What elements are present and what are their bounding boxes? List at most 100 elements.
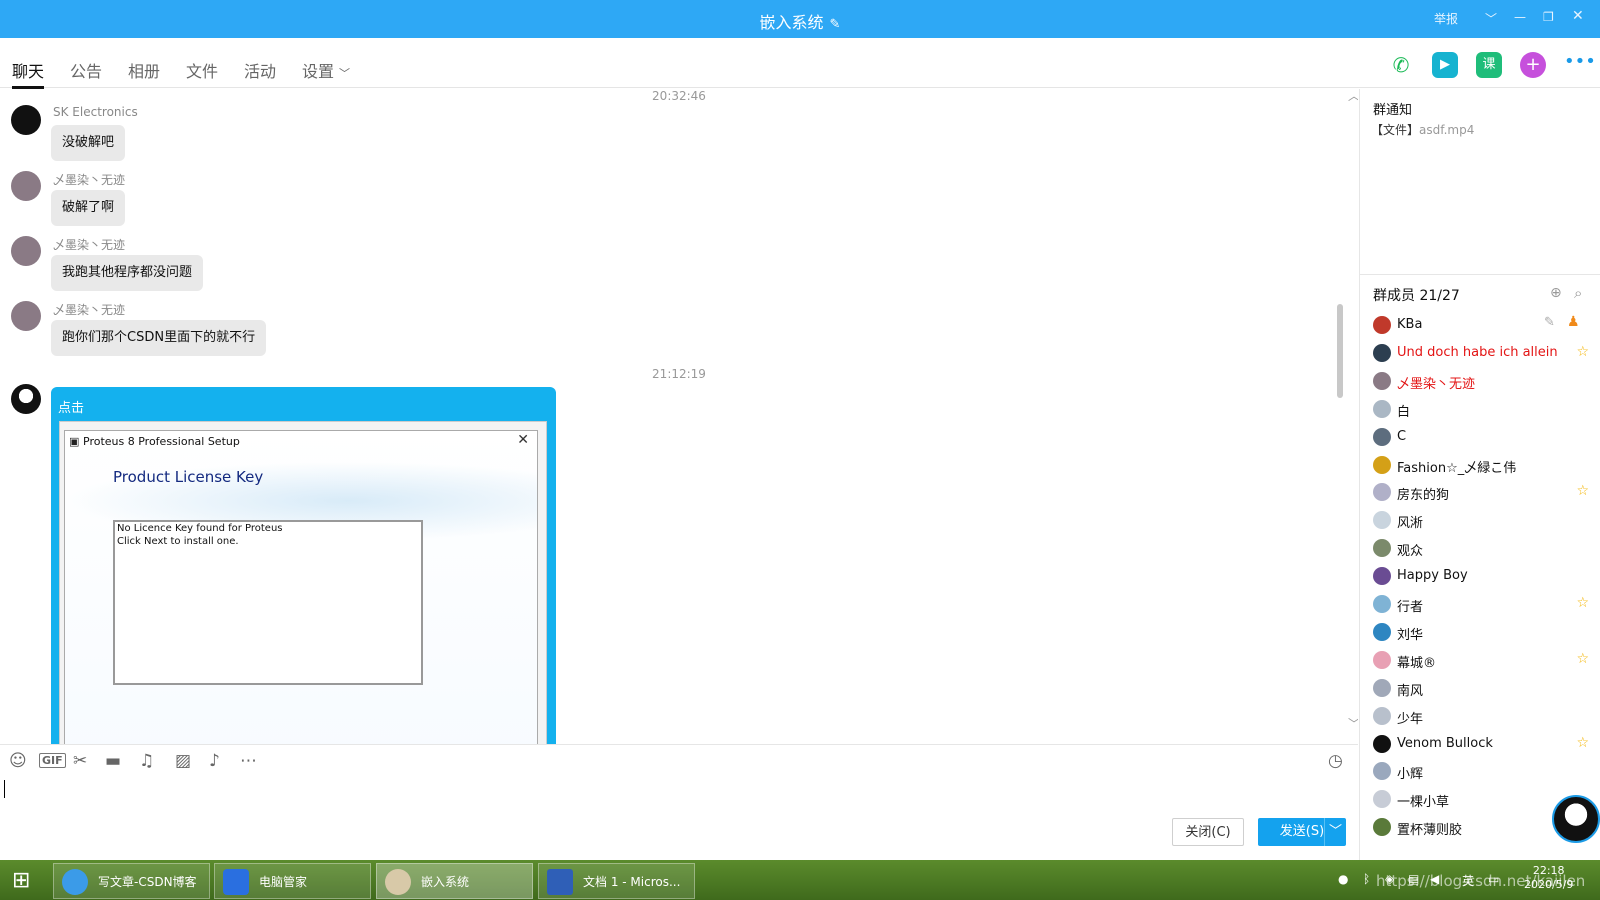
chevron-down-icon[interactable]: ﹀: [1485, 10, 1497, 27]
qq-penguin-avatar[interactable]: [11, 384, 41, 414]
search-icon[interactable]: ⌕: [1574, 284, 1582, 302]
phone-icon[interactable]: ✆: [1388, 52, 1414, 78]
member-avatar: [1373, 427, 1391, 446]
member-item[interactable]: 房东的狗 ☆: [1373, 482, 1593, 504]
taskbar-item-browser[interactable]: 写文章-CSDN博客: [53, 863, 210, 899]
tab-settings[interactable]: 设置 ﹀: [302, 58, 350, 82]
message-bubble[interactable]: 没破解吧: [51, 125, 126, 161]
input-toolbar: ☺ GIF ✂ ▬ ♫ ▨ ♪ ⋯ ◷: [0, 744, 1358, 776]
edit-title-icon[interactable]: ✎: [830, 17, 841, 32]
tab-files[interactable]: 文件: [186, 58, 218, 82]
avatar[interactable]: [11, 301, 41, 331]
message-bubble[interactable]: 我跑其他程序都没问题: [51, 255, 204, 291]
lesson-icon[interactable]: 课: [1476, 52, 1502, 78]
license-textbox: No Licence Key found for Proteus Click N…: [113, 520, 423, 685]
member-avatar: [1373, 511, 1391, 530]
member-avatar: [1373, 595, 1391, 613]
more-icon[interactable]: •••: [1564, 52, 1596, 78]
image-caption: 点击: [58, 401, 85, 416]
avatar[interactable]: [11, 171, 41, 201]
message-bubble[interactable]: 跑你们那个CSDN里面下的就不行: [51, 320, 267, 356]
minimize-icon[interactable]: —: [1514, 10, 1526, 24]
group-avatar-icon: [385, 869, 411, 895]
invite-icon[interactable]: ⊕: [1550, 285, 1562, 301]
browser-icon: [62, 869, 88, 895]
scissors-icon[interactable]: ✂: [73, 751, 87, 771]
avatar[interactable]: [11, 236, 41, 266]
tab-album[interactable]: 相册: [128, 58, 160, 82]
taskbar-item-pc-manager[interactable]: 电脑管家: [214, 863, 371, 899]
member-item[interactable]: KBa: [1373, 315, 1593, 335]
close-button[interactable]: 关闭(C): [1172, 818, 1244, 846]
add-app-icon[interactable]: +: [1520, 52, 1546, 78]
scroll-up-icon[interactable]: ︿: [1348, 89, 1358, 104]
member-item[interactable]: Happy Boy: [1373, 566, 1593, 586]
qq-tray-icon[interactable]: ●: [1338, 872, 1348, 886]
member-avatar: [1373, 455, 1391, 474]
emoji-icon[interactable]: ☺: [9, 751, 27, 771]
member-item[interactable]: Venom Bullock ☆: [1373, 734, 1593, 754]
tab-announcement[interactable]: 公告: [70, 58, 102, 82]
video-call-icon[interactable]: ▶: [1432, 52, 1458, 78]
member-item[interactable]: 白: [1373, 399, 1593, 420]
member-name: Fashion☆_乄緑こ伟: [1397, 460, 1517, 476]
qq-penguin-icon[interactable]: [1552, 795, 1600, 843]
image-message[interactable]: 点击 ▣ Proteus 8 Professional Setup ✕ Prod…: [51, 387, 556, 744]
taskbar-item-word[interactable]: 文档 1 - Micros...: [538, 863, 695, 899]
member-item[interactable]: 幕城® ☆: [1373, 650, 1593, 671]
member-item[interactable]: 行者 ☆: [1373, 594, 1593, 615]
star-icon: ☆: [1576, 734, 1589, 751]
folder-icon[interactable]: ▬: [105, 751, 121, 771]
bluetooth-icon[interactable]: ᛒ: [1363, 872, 1370, 886]
scroll-down-icon[interactable]: ﹀: [1348, 715, 1358, 732]
member-name: 房东的狗: [1397, 488, 1450, 504]
member-item[interactable]: 南风: [1373, 678, 1593, 699]
member-item[interactable]: Und doch habe ich allein ☆: [1373, 343, 1593, 363]
member-avatar: [1373, 399, 1391, 418]
member-item[interactable]: Fashion☆_乄緑こ伟: [1373, 455, 1593, 476]
send-button[interactable]: 发送(S) ﹀: [1258, 818, 1346, 846]
sender-name: SK Electronics: [53, 105, 138, 119]
report-link[interactable]: 举报: [1434, 10, 1458, 27]
member-item[interactable]: 乄墨染丶无迹: [1373, 371, 1593, 392]
owner-icon: ♟: [1567, 314, 1580, 330]
group-notice-item[interactable]: 【文件】asdf.mp4: [1371, 121, 1474, 138]
history-icon[interactable]: ◷: [1328, 751, 1343, 771]
member-avatar: [1373, 734, 1391, 753]
bell-icon[interactable]: ♪: [209, 751, 220, 771]
member-item[interactable]: 小辉: [1373, 761, 1593, 783]
member-name: 小辉: [1397, 767, 1424, 783]
tab-activity[interactable]: 活动: [244, 58, 276, 82]
message-input[interactable]: 关闭(C) 发送(S) ﹀: [0, 776, 1358, 860]
gif-icon[interactable]: GIF: [39, 753, 66, 768]
member-name: 白: [1397, 404, 1411, 420]
member-item[interactable]: 观众: [1373, 538, 1593, 559]
close-icon[interactable]: ✕: [1572, 8, 1584, 24]
send-options-chevron-icon[interactable]: ﹀: [1324, 818, 1346, 846]
member-item[interactable]: 风淅: [1373, 510, 1593, 531]
member-item[interactable]: 少年: [1373, 706, 1593, 727]
star-icon: ☆: [1576, 343, 1589, 360]
shield-icon: [223, 869, 249, 895]
image-icon[interactable]: ▨: [175, 751, 191, 771]
taskbar-item-qq-group[interactable]: 嵌入系统: [376, 863, 533, 899]
chat-scrollbar[interactable]: [1337, 304, 1343, 398]
more-icon[interactable]: ⋯: [240, 751, 257, 771]
member-name: 乄墨染丶无迹: [1397, 376, 1476, 392]
edit-icon[interactable]: ✎: [1544, 315, 1555, 330]
tab-bar: 聊天 公告 相册 文件 活动 设置 ﹀ ✆ ▶ 课 + •••: [0, 38, 1600, 89]
music-icon[interactable]: ♫: [139, 751, 154, 771]
star-icon: ☆: [1576, 650, 1589, 667]
restore-icon[interactable]: ❐: [1543, 10, 1554, 24]
message-bubble[interactable]: 破解了啊: [51, 190, 126, 226]
system-clock[interactable]: 22:18 2020/5/9: [1524, 864, 1573, 892]
timestamp: 20:32:46: [652, 89, 706, 103]
setup-dialog: ▣ Proteus 8 Professional Setup ✕ Product…: [64, 430, 538, 744]
windows-start-icon[interactable]: ⊞: [12, 868, 30, 893]
member-item[interactable]: C: [1373, 427, 1593, 447]
chat-messages[interactable]: 20:32:46 SK Electronics 没破解吧 乄墨染丶无迹 破解了啊…: [0, 89, 1358, 744]
tab-chat[interactable]: 聊天: [12, 58, 45, 89]
avatar[interactable]: [11, 105, 41, 135]
screenshot-image[interactable]: ▣ Proteus 8 Professional Setup ✕ Product…: [59, 421, 547, 744]
member-item[interactable]: 刘华: [1373, 622, 1593, 643]
